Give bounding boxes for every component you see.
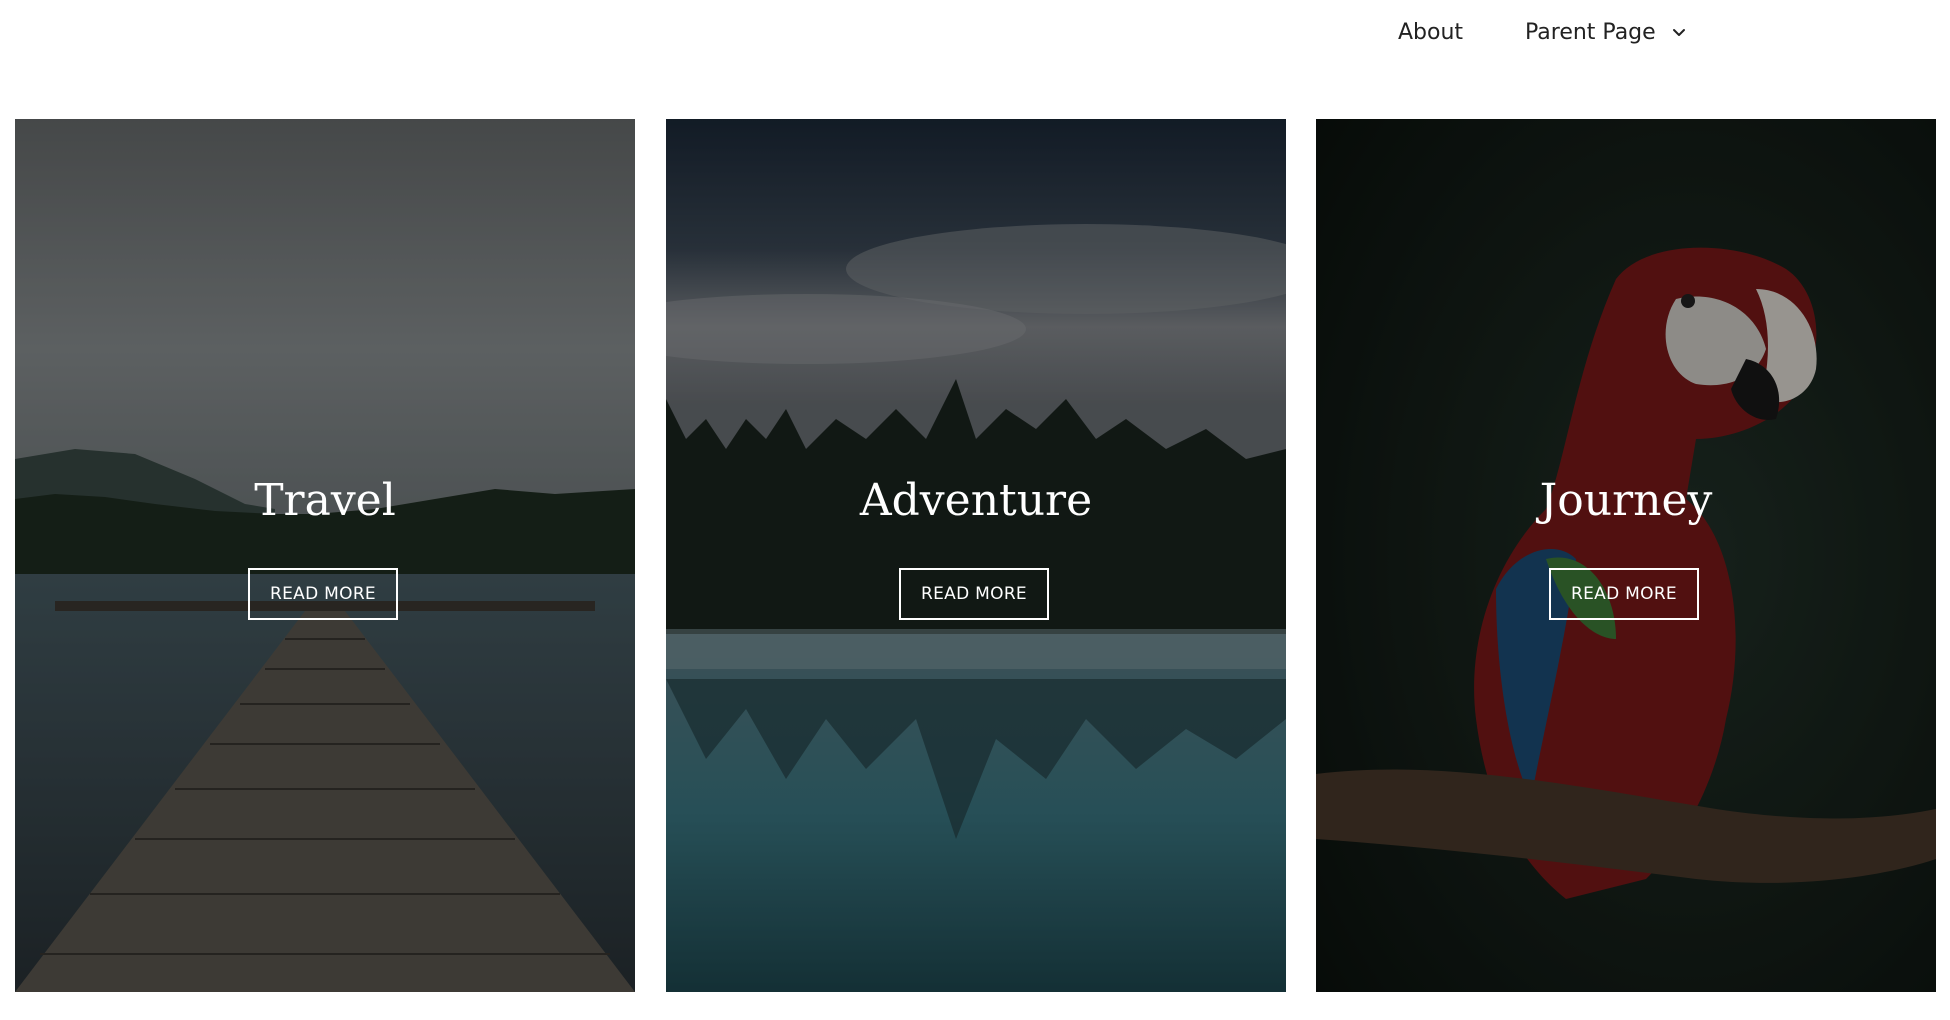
image-overlay [666,119,1286,992]
read-more-button[interactable]: READ MORE [1549,568,1699,620]
card-title: Travel [254,475,396,526]
read-more-button[interactable]: READ MORE [248,568,398,620]
image-overlay [1316,119,1936,992]
nav-link-parent-page[interactable]: Parent Page [1525,20,1656,45]
top-navigation: About Parent Page [0,0,1950,70]
card-travel[interactable]: Travel READ MORE [15,119,635,992]
image-overlay [15,119,635,992]
card-adventure[interactable]: Adventure READ MORE [666,119,1286,992]
read-more-button[interactable]: READ MORE [899,568,1049,620]
card-title: Journey [1539,475,1713,526]
nav-link-about[interactable]: About [1398,20,1463,45]
chevron-down-icon[interactable] [1672,24,1686,38]
card-title: Adventure [859,475,1093,526]
card-journey[interactable]: Journey READ MORE [1316,119,1936,992]
